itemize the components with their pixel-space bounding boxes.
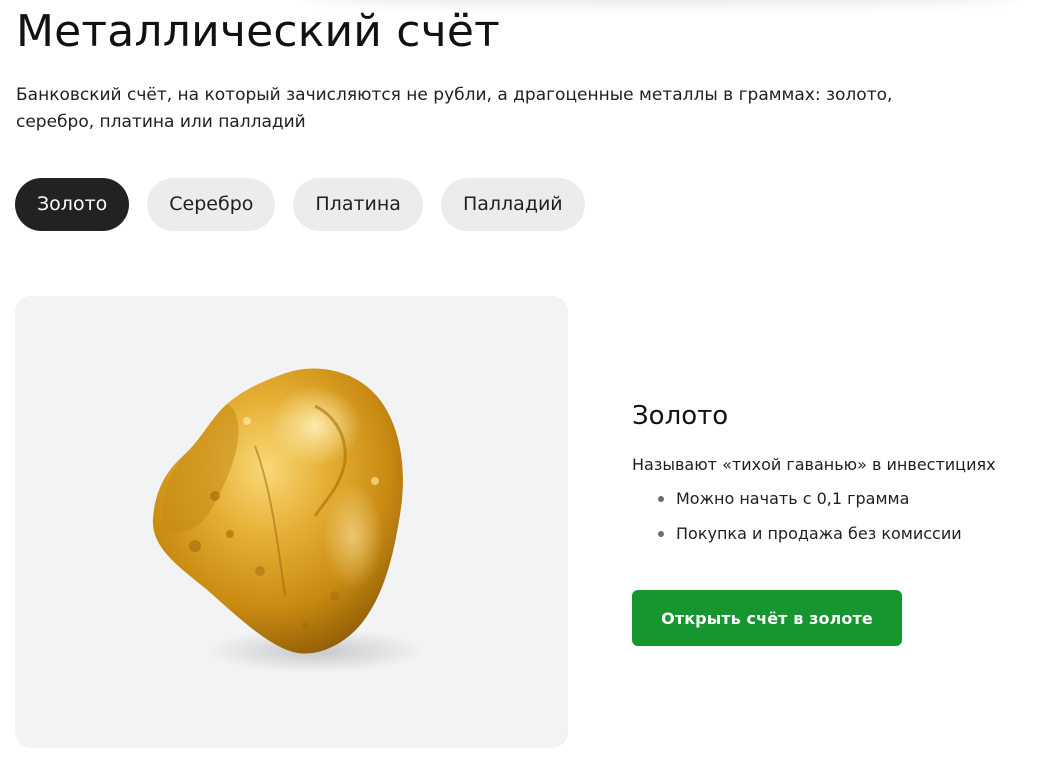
product-title: Золото [632, 401, 729, 431]
bullet-icon [658, 531, 664, 537]
feature-list: Можно начать с 0,1 грамма Покупка и прод… [632, 488, 1032, 545]
gold-nugget-image [152, 368, 425, 673]
feature-text: Можно начать с 0,1 грамма [676, 489, 910, 508]
product-image-card [15, 296, 568, 748]
page-title: Металлический счёт [16, 6, 500, 57]
tab-platinum[interactable]: Платина [293, 178, 423, 231]
feature-item: Можно начать с 0,1 грамма [658, 488, 1032, 510]
open-gold-account-button[interactable]: Открыть счёт в золоте [632, 590, 902, 646]
tab-silver[interactable]: Серебро [147, 178, 276, 231]
feature-item: Покупка и продажа без комиссии [658, 523, 1032, 545]
tab-palladium[interactable]: Палладий [440, 178, 585, 231]
metal-tabs: Золото Серебро Платина Палладий [15, 178, 585, 231]
bullet-icon [658, 496, 664, 502]
product-info: Золото Называют «тихой гаванью» в инвест… [632, 396, 1032, 558]
page-description: Банковский счёт, на который зачисляются … [16, 85, 893, 132]
feature-text: Покупка и продажа без комиссии [676, 524, 962, 543]
tab-gold[interactable]: Золото [15, 178, 130, 231]
product-subtitle: Называют «тихой гаванью» в инвестициях [632, 455, 996, 474]
